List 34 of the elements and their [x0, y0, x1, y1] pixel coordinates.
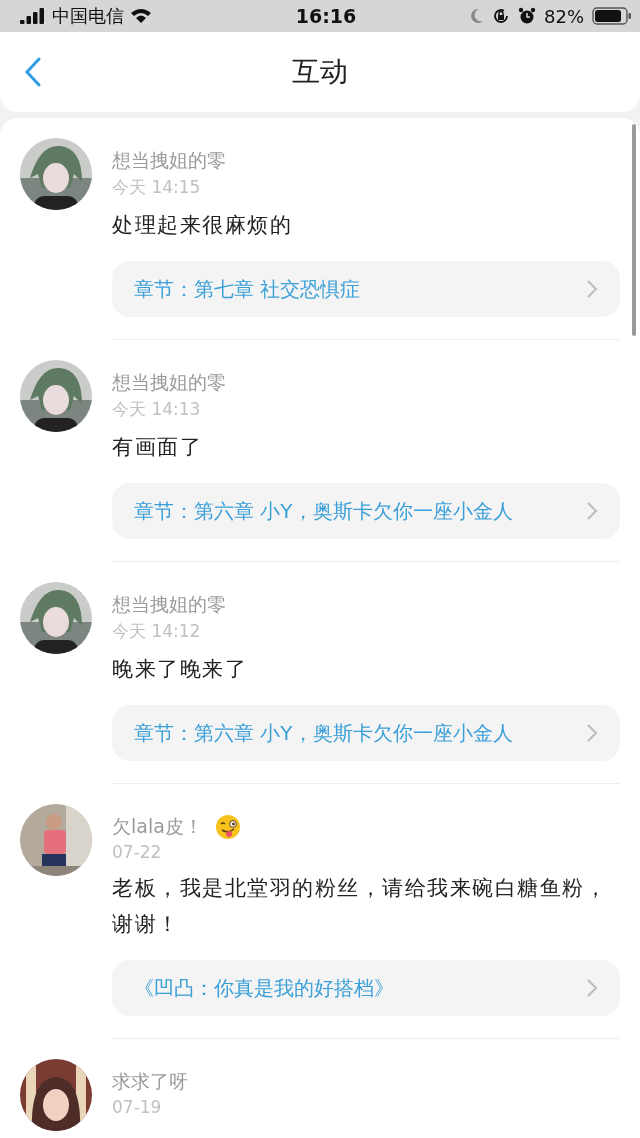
page-title: 互动: [292, 55, 348, 88]
comment-time: 今天 14:13: [112, 398, 202, 421]
user-name: 想当拽姐的零: [112, 148, 226, 173]
battery-icon: [592, 7, 632, 25]
comment-text: 晚来了晚来了: [112, 656, 248, 683]
clock-time: 16:16: [295, 5, 357, 27]
chapter-link[interactable]: 《凹凸：你真是我的好搭档》: [112, 960, 620, 1016]
comment-text: 老板，我是北堂羽的粉丝，请给我来碗白糖鱼粉，谢谢！: [112, 875, 608, 938]
battery-percent: 82%: [544, 5, 584, 27]
emoji-icon: [214, 814, 241, 840]
chevron-icon: [586, 723, 598, 743]
back-icon: [24, 57, 42, 87]
comment-time: 07-22: [112, 842, 163, 862]
carrier-name: 中国电信: [52, 4, 124, 28]
rotation-lock-icon: [492, 7, 510, 25]
signal-icon: [20, 8, 46, 24]
user-name: 求求了呀: [112, 1069, 188, 1094]
chapter-link[interactable]: 章节：第六章 小Y，奥斯卡欠你一座小金人: [112, 705, 620, 761]
alarm-icon: [518, 7, 536, 25]
user-name: 想当拽姐的零: [112, 370, 226, 395]
chapter-link[interactable]: 章节：第七章 社交恐惧症: [112, 261, 620, 317]
comment-time: 07-19: [112, 1097, 163, 1117]
wifi-icon: [130, 8, 152, 24]
chevron-icon: [586, 501, 598, 521]
chevron-icon: [586, 279, 598, 299]
moon-icon: [470, 8, 484, 24]
comment-text: 处理起来很麻烦的: [112, 212, 293, 239]
user-name: 想当拽姐的零: [112, 592, 226, 617]
comment-text: 有画面了: [112, 434, 203, 461]
user-name: 欠lala皮！: [112, 814, 203, 839]
comment-time: 今天 14:15: [112, 176, 202, 199]
chapter-link[interactable]: 章节：第六章 小Y，奥斯卡欠你一座小金人: [112, 483, 620, 539]
comment-time: 今天 14:12: [112, 620, 202, 643]
chevron-icon: [586, 978, 598, 998]
